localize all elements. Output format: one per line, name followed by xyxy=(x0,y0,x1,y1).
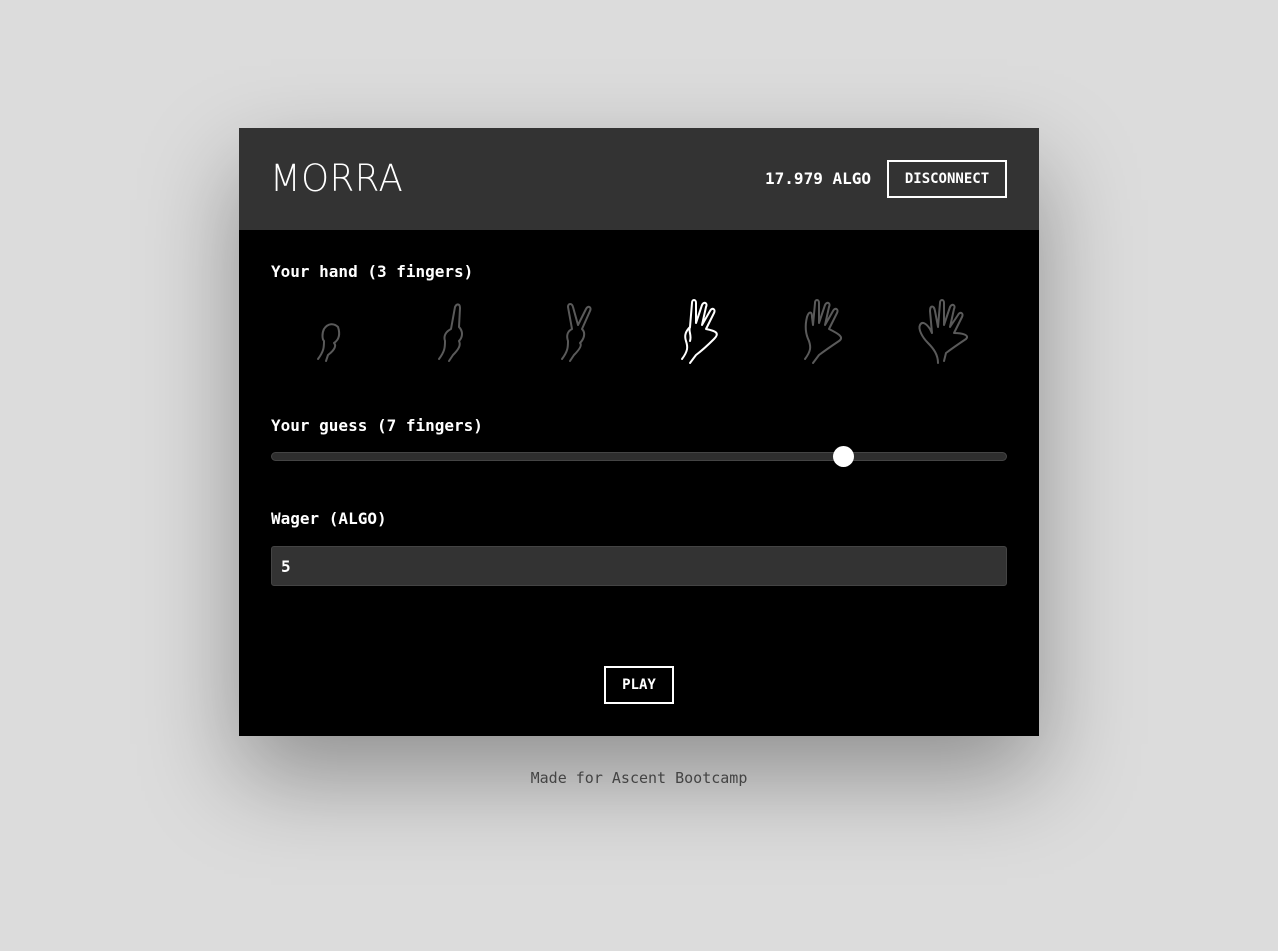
guess-slider[interactable] xyxy=(271,446,1007,467)
three-fingers-hand-icon xyxy=(681,299,719,364)
wager-label: Wager (ALGO) xyxy=(271,509,387,528)
hand-option-2[interactable] xyxy=(516,296,639,370)
two-fingers-hand-icon xyxy=(560,303,592,362)
hand-option-3[interactable] xyxy=(639,296,762,370)
wager-input[interactable] xyxy=(271,546,1007,586)
guess-slider-thumb[interactable] xyxy=(832,446,854,467)
header: MORRA 17.979 ALGO DISCONNECT xyxy=(239,128,1039,230)
hand-label: Your hand (3 fingers) xyxy=(271,262,474,281)
play-button[interactable]: PLAY xyxy=(604,666,674,704)
hand-selector xyxy=(271,296,1007,370)
guess-label: Your guess (7 fingers) xyxy=(271,416,483,435)
fist-icon xyxy=(317,323,341,362)
four-fingers-hand-icon xyxy=(804,299,843,364)
hand-option-0[interactable] xyxy=(271,296,394,370)
disconnect-button[interactable]: DISCONNECT xyxy=(887,160,1007,198)
app-logo: MORRA xyxy=(270,157,404,200)
one-finger-hand-icon xyxy=(438,303,463,362)
open-hand-icon xyxy=(918,299,968,364)
hand-option-1[interactable] xyxy=(394,296,517,370)
hand-option-4[interactable] xyxy=(762,296,885,370)
hand-option-5[interactable] xyxy=(884,296,1007,370)
footer-credit: Made for Ascent Bootcamp xyxy=(530,769,748,787)
game-card: MORRA 17.979 ALGO DISCONNECT Your hand (… xyxy=(239,128,1039,736)
wallet-balance: 17.979 ALGO xyxy=(765,169,871,188)
